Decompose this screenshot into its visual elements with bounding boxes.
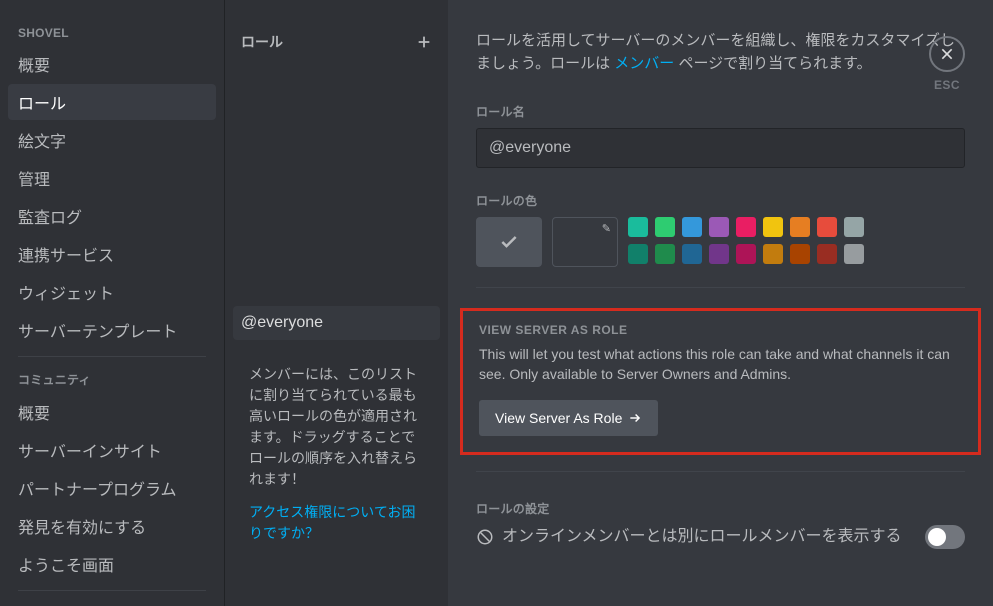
color-swatch[interactable] <box>628 217 648 237</box>
color-swatch[interactable] <box>709 217 729 237</box>
color-swatch[interactable] <box>682 217 702 237</box>
color-swatch[interactable] <box>628 244 648 264</box>
roles-list: @everyone メンバーには、このリストに割り当てられている最も高いロールの… <box>225 66 448 606</box>
view-as-role-section: VIEW SERVER AS ROLE This will let you te… <box>460 308 981 455</box>
close-button[interactable] <box>929 36 965 72</box>
server-name-label: SHOVEL <box>8 20 216 46</box>
sidebar-item-community-overview[interactable]: 概要 <box>8 394 216 430</box>
eyedropper-icon: ✎ <box>602 222 611 235</box>
sidebar-item-template[interactable]: サーバーテンプレート <box>8 312 216 348</box>
role-color-label: ロールの色 <box>476 192 965 209</box>
sidebar-item-widget[interactable]: ウィジェット <box>8 274 216 310</box>
sidebar-item-roles[interactable]: ロール <box>8 84 216 120</box>
default-color-swatch[interactable] <box>476 217 542 267</box>
sidebar-divider <box>18 590 206 591</box>
view-server-as-role-label: View Server As Role <box>495 410 622 426</box>
color-swatch-grid <box>628 217 864 264</box>
community-label: コミュニティ <box>8 365 216 394</box>
roles-list-column: ロール @everyone メンバーには、このリストに割り当てられている最も高い… <box>224 0 448 606</box>
settings-sidebar: SHOVEL 概要 ロール 絵文字 管理 監査ログ 連携サービス ウィジェット … <box>0 0 224 606</box>
view-server-as-role-button[interactable]: View Server As Role <box>479 400 658 436</box>
sidebar-item-partner-program[interactable]: パートナープログラム <box>8 470 216 506</box>
color-swatch[interactable] <box>763 217 783 237</box>
color-swatch[interactable] <box>655 244 675 264</box>
color-swatch[interactable] <box>655 217 675 237</box>
section-divider <box>476 471 965 472</box>
close-overlay: ESC <box>929 36 965 92</box>
sidebar-divider <box>18 356 206 357</box>
color-swatch[interactable] <box>682 244 702 264</box>
sidebar-item-enable-discovery[interactable]: 発見を有効にする <box>8 508 216 544</box>
color-swatch[interactable] <box>817 244 837 264</box>
roles-list-header: ロール <box>225 0 448 66</box>
sidebar-item-integrations[interactable]: 連携サービス <box>8 236 216 272</box>
view-as-role-description: This will let you test what actions this… <box>479 345 962 384</box>
role-settings-label: ロールの設定 <box>476 500 965 517</box>
custom-color-picker[interactable]: ✎ <box>552 217 618 267</box>
display-separately-row: オンラインメンバーとは別にロールメンバーを表示する <box>476 525 965 549</box>
close-esc-label: ESC <box>929 78 965 92</box>
section-divider <box>476 287 965 288</box>
color-swatch[interactable] <box>736 244 756 264</box>
view-as-role-header: VIEW SERVER AS ROLE <box>479 323 962 337</box>
color-swatch[interactable] <box>844 244 864 264</box>
sidebar-item-server-boost[interactable]: サーバーのブースト状... <box>8 599 216 606</box>
roles-list-title: ロール <box>241 32 283 52</box>
roles-help-text: メンバーには、このリストに割り当てられている最も高いロールの色が適用されます。ド… <box>233 352 440 502</box>
display-separately-label: オンラインメンバーとは別にロールメンバーを表示する <box>502 525 902 549</box>
members-page-link[interactable]: メンバー <box>614 55 674 72</box>
role-item-everyone[interactable]: @everyone <box>233 306 440 340</box>
color-swatch[interactable] <box>709 244 729 264</box>
roles-help-link[interactable]: アクセス権限についてお困りですか？ <box>233 502 440 560</box>
color-swatch[interactable] <box>790 244 810 264</box>
color-swatch[interactable] <box>790 217 810 237</box>
sidebar-item-emoji[interactable]: 絵文字 <box>8 122 216 158</box>
role-name-input[interactable] <box>476 128 965 168</box>
arrow-right-icon <box>628 411 642 425</box>
color-swatch[interactable] <box>844 217 864 237</box>
sidebar-item-overview[interactable]: 概要 <box>8 46 216 82</box>
color-swatch[interactable] <box>763 244 783 264</box>
role-name-label: ロール名 <box>476 103 965 120</box>
check-icon <box>499 232 519 252</box>
sidebar-item-audit-log[interactable]: 監査ログ <box>8 198 216 234</box>
color-swatch[interactable] <box>736 217 756 237</box>
sidebar-item-server-insight[interactable]: サーバーインサイト <box>8 432 216 468</box>
roles-intro-text: ロールを活用してサーバーのメンバーを組織し、権限をカスタマイズしましょう。ロール… <box>476 30 965 75</box>
display-separately-toggle[interactable] <box>925 525 965 549</box>
add-role-icon[interactable] <box>416 34 432 50</box>
prohibit-icon <box>476 528 494 546</box>
color-swatch[interactable] <box>817 217 837 237</box>
role-settings-panel: ロールを活用してサーバーのメンバーを組織し、権限をカスタマイズしましょう。ロール… <box>448 0 993 606</box>
sidebar-item-welcome-screen[interactable]: ようこそ画面 <box>8 546 216 582</box>
sidebar-item-moderation[interactable]: 管理 <box>8 160 216 196</box>
